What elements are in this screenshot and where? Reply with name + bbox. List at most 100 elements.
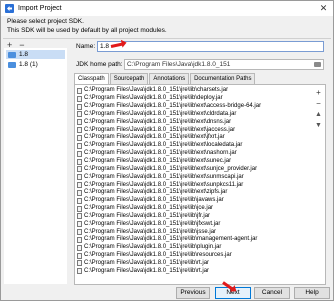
classpath-row[interactable]: C:\Program Files\Java\jdk1.8.0_151\jre\l… xyxy=(75,95,313,103)
jar-file-icon xyxy=(77,158,82,165)
classpath-entry: C:\Program Files\Java\jdk1.8.0_151\jre\l… xyxy=(84,236,258,243)
sdk-item-1-8-1[interactable]: 1.8 (1) xyxy=(6,60,65,69)
folder-icon xyxy=(8,51,16,58)
move-up-button[interactable]: ▲ xyxy=(315,111,323,119)
sdk-item-label: 1.8 (1) xyxy=(19,61,38,68)
header-divider xyxy=(3,38,331,39)
folder-icon xyxy=(8,61,16,68)
classpath-list[interactable]: C:\Program Files\Java\jdk1.8.0_151\jre\l… xyxy=(75,85,313,284)
header-line-1: Please select project SDK. xyxy=(7,18,84,25)
classpath-entry: C:\Program Files\Java\jdk1.8.0_151\jre\l… xyxy=(84,150,237,157)
header-line-2: This SDK will be used by default by all … xyxy=(7,27,167,34)
classpath-panel: C:\Program Files\Java\jdk1.8.0_151\jre\l… xyxy=(74,84,326,285)
classpath-entry: C:\Program Files\Java\jdk1.8.0_151\jre\l… xyxy=(84,95,223,102)
browse-folder-icon[interactable] xyxy=(314,62,321,67)
jdk-home-path-value: C:\Program Files\Java\jdk1.8.0_151 xyxy=(127,61,231,68)
classpath-row[interactable]: C:\Program Files\Java\jdk1.8.0_151\jre\l… xyxy=(75,158,313,166)
tab-annotations[interactable]: Annotations xyxy=(149,73,190,84)
tab-documentation-paths[interactable]: Documentation Paths xyxy=(190,73,256,84)
classpath-row[interactable]: C:\Program Files\Java\jdk1.8.0_151\jre\l… xyxy=(75,236,313,244)
app-icon xyxy=(5,4,14,13)
jar-file-icon xyxy=(77,182,82,189)
classpath-row[interactable]: C:\Program Files\Java\jdk1.8.0_151\jre\l… xyxy=(75,205,313,213)
classpath-row[interactable]: C:\Program Files\Java\jdk1.8.0_151\jre\l… xyxy=(75,213,313,221)
classpath-entry: C:\Program Files\Java\jdk1.8.0_151\jre\l… xyxy=(84,158,232,165)
jar-file-icon xyxy=(77,87,82,94)
jar-file-icon xyxy=(77,197,82,204)
jar-file-icon xyxy=(77,244,82,251)
classpath-entry: C:\Program Files\Java\jdk1.8.0_151\jre\l… xyxy=(84,118,232,125)
classpath-row[interactable]: C:\Program Files\Java\jdk1.8.0_151\jre\l… xyxy=(75,267,313,275)
classpath-row[interactable]: C:\Program Files\Java\jdk1.8.0_151\jre\l… xyxy=(75,87,313,95)
classpath-row[interactable]: C:\Program Files\Java\jdk1.8.0_151\jre\l… xyxy=(75,228,313,236)
classpath-entry: C:\Program Files\Java\jdk1.8.0_151\jre\l… xyxy=(84,244,222,251)
classpath-entry: C:\Program Files\Java\jdk1.8.0_151\jre\l… xyxy=(84,181,244,188)
classpath-row[interactable]: C:\Program Files\Java\jdk1.8.0_151\jre\l… xyxy=(75,173,313,181)
window-title: Import Project xyxy=(18,5,62,12)
classpath-entry: C:\Program Files\Java\jdk1.8.0_151\jre\l… xyxy=(84,87,229,94)
classpath-row[interactable]: C:\Program Files\Java\jdk1.8.0_151\jre\l… xyxy=(75,142,313,150)
classpath-row[interactable]: C:\Program Files\Java\jdk1.8.0_151\jre\l… xyxy=(75,244,313,252)
classpath-row[interactable]: C:\Program Files\Java\jdk1.8.0_151\jre\l… xyxy=(75,252,313,260)
classpath-row[interactable]: C:\Program Files\Java\jdk1.8.0_151\jre\l… xyxy=(75,181,313,189)
classpath-entry: C:\Program Files\Java\jdk1.8.0_151\jre\l… xyxy=(84,205,214,212)
classpath-toolbar: + − ▲ ▼ xyxy=(314,89,323,130)
jar-file-icon xyxy=(77,166,82,173)
jar-file-icon xyxy=(77,127,82,134)
classpath-row[interactable]: C:\Program Files\Java\jdk1.8.0_151\jre\l… xyxy=(75,111,313,119)
dialog-buttons: Previous Next Cancel Help xyxy=(1,287,334,299)
sdk-item-1-8[interactable]: 1.8 xyxy=(6,50,65,59)
classpath-row[interactable]: C:\Program Files\Java\jdk1.8.0_151\jre\l… xyxy=(75,126,313,134)
classpath-entry: C:\Program Files\Java\jdk1.8.0_151\jre\l… xyxy=(84,189,228,196)
add-path-button[interactable]: + xyxy=(315,89,323,97)
classpath-row[interactable]: C:\Program Files\Java\jdk1.8.0_151\jre\l… xyxy=(75,220,313,228)
jdk-home-path-field[interactable]: C:\Program Files\Java\jdk1.8.0_151 xyxy=(124,59,324,70)
classpath-entry: C:\Program Files\Java\jdk1.8.0_151\jre\l… xyxy=(84,220,221,227)
jar-file-icon xyxy=(77,205,82,212)
classpath-entry: C:\Program Files\Java\jdk1.8.0_151\jre\l… xyxy=(84,267,210,274)
jar-file-icon xyxy=(77,119,82,126)
classpath-entry: C:\Program Files\Java\jdk1.8.0_151\jre\l… xyxy=(84,103,262,110)
classpath-entry: C:\Program Files\Java\jdk1.8.0_151\jre\l… xyxy=(84,252,232,259)
classpath-row[interactable]: C:\Program Files\Java\jdk1.8.0_151\jre\l… xyxy=(75,197,313,205)
close-button[interactable]: ✕ xyxy=(317,2,330,14)
title-bar: Import Project ✕ xyxy=(1,1,333,16)
remove-path-button[interactable]: − xyxy=(315,100,323,108)
classpath-row[interactable]: C:\Program Files\Java\jdk1.8.0_151\jre\l… xyxy=(75,165,313,173)
classpath-entry: C:\Program Files\Java\jdk1.8.0_151\jre\l… xyxy=(84,134,225,141)
jar-file-icon xyxy=(77,260,82,267)
tab-classpath[interactable]: Classpath xyxy=(74,73,109,84)
classpath-row[interactable]: C:\Program Files\Java\jdk1.8.0_151\jre\l… xyxy=(75,118,313,126)
previous-button[interactable]: Previous xyxy=(176,287,210,299)
jar-file-icon xyxy=(77,252,82,259)
jar-file-icon xyxy=(77,111,82,118)
classpath-row[interactable]: C:\Program Files\Java\jdk1.8.0_151\jre\l… xyxy=(75,134,313,142)
classpath-row[interactable]: C:\Program Files\Java\jdk1.8.0_151\jre\l… xyxy=(75,150,313,158)
sdk-list: 1.8 1.8 (1) xyxy=(4,48,67,284)
name-field[interactable] xyxy=(97,41,324,52)
jar-file-icon xyxy=(77,221,82,228)
jar-file-icon xyxy=(77,229,82,236)
help-button[interactable]: Help xyxy=(294,287,330,299)
jar-file-icon xyxy=(77,174,82,181)
classpath-entry: C:\Program Files\Java\jdk1.8.0_151\jre\l… xyxy=(84,228,217,235)
jar-file-icon xyxy=(77,150,82,157)
jar-file-icon xyxy=(77,134,82,141)
import-project-dialog: Import Project ✕ Please select project S… xyxy=(0,0,334,301)
cancel-button[interactable]: Cancel xyxy=(254,287,290,299)
jar-file-icon xyxy=(77,103,82,110)
jar-file-icon xyxy=(77,95,82,102)
jar-file-icon xyxy=(77,142,82,149)
classpath-entry: C:\Program Files\Java\jdk1.8.0_151\jre\l… xyxy=(84,165,258,172)
move-down-button[interactable]: ▼ xyxy=(315,122,323,130)
jar-file-icon xyxy=(77,268,82,275)
classpath-entry: C:\Program Files\Java\jdk1.8.0_151\jre\l… xyxy=(84,173,244,180)
tab-sourcepath[interactable]: Sourcepath xyxy=(109,73,149,84)
classpath-row[interactable]: C:\Program Files\Java\jdk1.8.0_151\jre\l… xyxy=(75,260,313,268)
name-label: Name: xyxy=(76,43,96,50)
classpath-entry: C:\Program Files\Java\jdk1.8.0_151\jre\l… xyxy=(84,212,211,219)
jar-file-icon xyxy=(77,213,82,220)
classpath-row[interactable]: C:\Program Files\Java\jdk1.8.0_151\jre\l… xyxy=(75,189,313,197)
classpath-row[interactable]: C:\Program Files\Java\jdk1.8.0_151\jre\l… xyxy=(75,103,313,111)
jdk-home-path-label: JDK home path: xyxy=(76,61,123,68)
